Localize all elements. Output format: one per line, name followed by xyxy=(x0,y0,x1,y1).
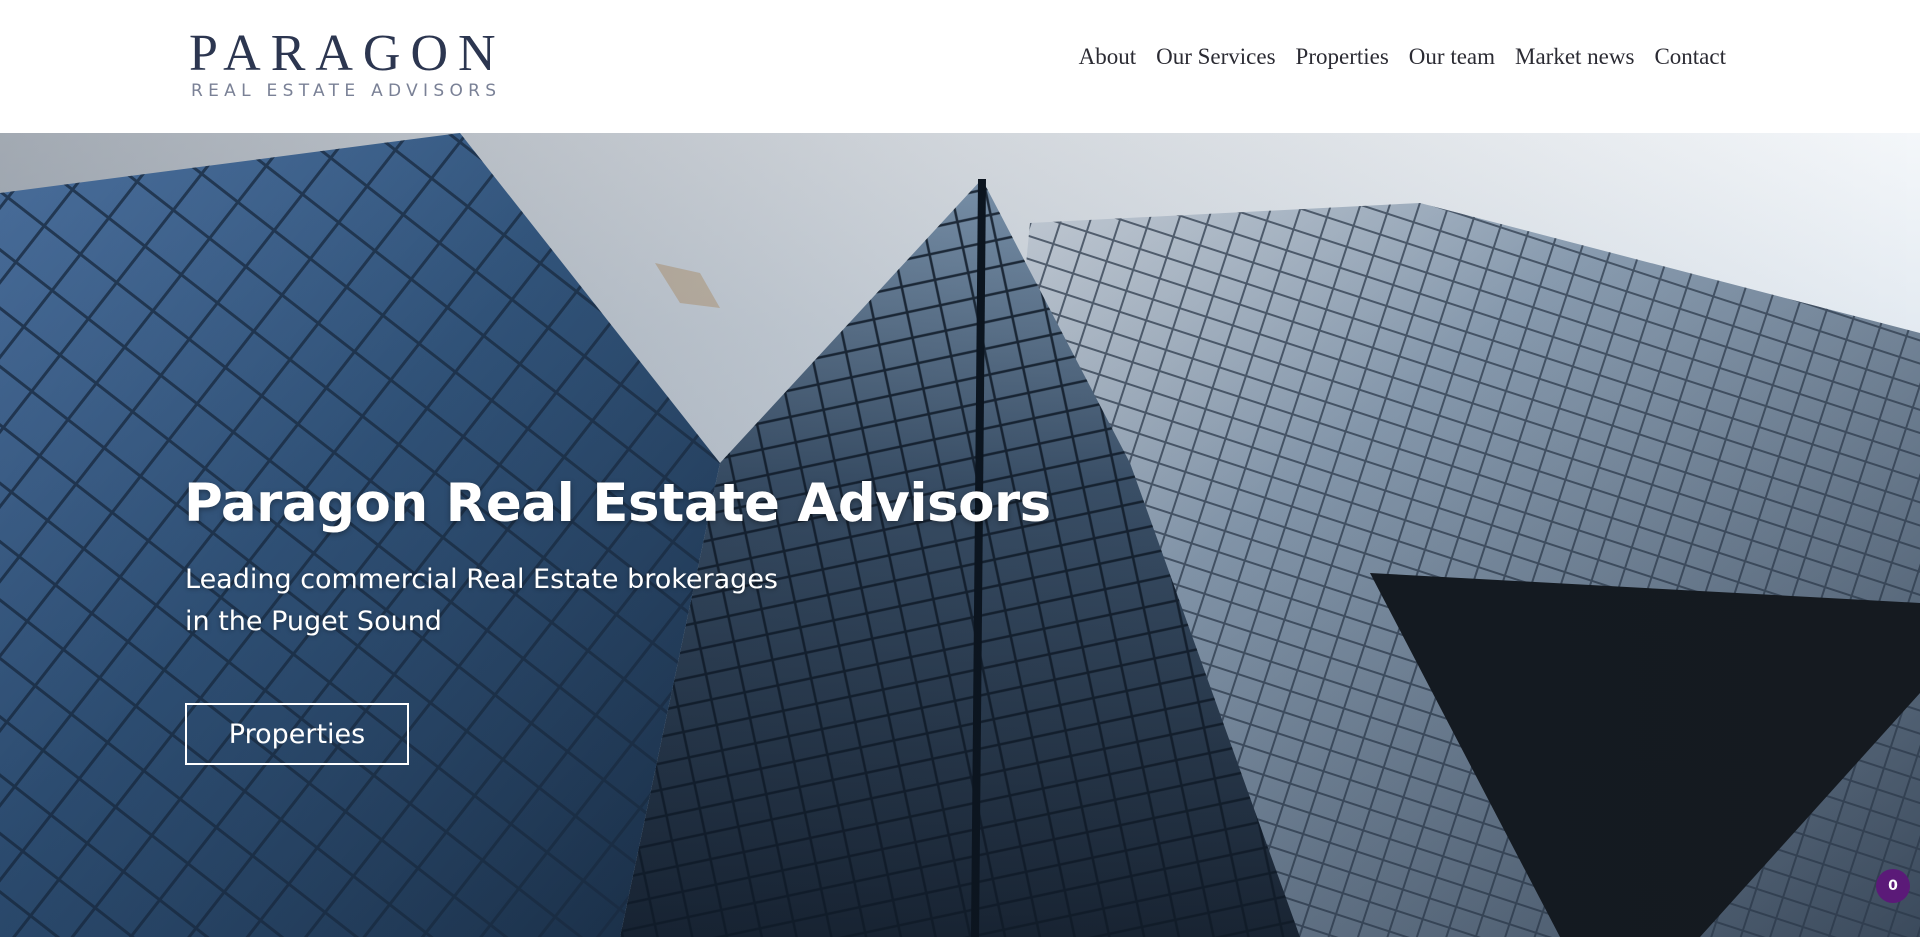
logo-tagline: REAL ESTATE ADVISORS xyxy=(191,81,502,101)
nav-item-about[interactable]: About xyxy=(1069,40,1147,74)
main-nav: About Our Services Properties Our team M… xyxy=(1069,40,1736,74)
nav-item-our-services[interactable]: Our Services xyxy=(1146,40,1285,74)
hero-title: Paragon Real Estate Advisors xyxy=(184,473,1051,534)
hero-overlay xyxy=(0,133,1920,937)
nav-item-properties[interactable]: Properties xyxy=(1286,40,1399,74)
site-header: PARAGON REAL ESTATE ADVISORS About Our S… xyxy=(0,0,1920,133)
logo[interactable]: PARAGON REAL ESTATE ADVISORS xyxy=(189,28,519,102)
hero-subtitle: Leading commercial Real Estate brokerage… xyxy=(185,559,805,643)
logo-wordmark: PARAGON xyxy=(189,25,506,82)
nav-item-contact[interactable]: Contact xyxy=(1644,40,1736,74)
hero-section: Paragon Real Estate Advisors Leading com… xyxy=(0,133,1920,937)
hero-subtitle-line-2: in the Puget Sound xyxy=(185,606,442,637)
cart-count-badge[interactable]: 0 xyxy=(1876,869,1910,903)
properties-button[interactable]: Properties xyxy=(185,703,409,765)
nav-item-market-news[interactable]: Market news xyxy=(1505,40,1644,74)
hero-subtitle-line-1: Leading commercial Real Estate brokerage… xyxy=(185,564,778,595)
nav-item-our-team[interactable]: Our team xyxy=(1399,40,1505,74)
